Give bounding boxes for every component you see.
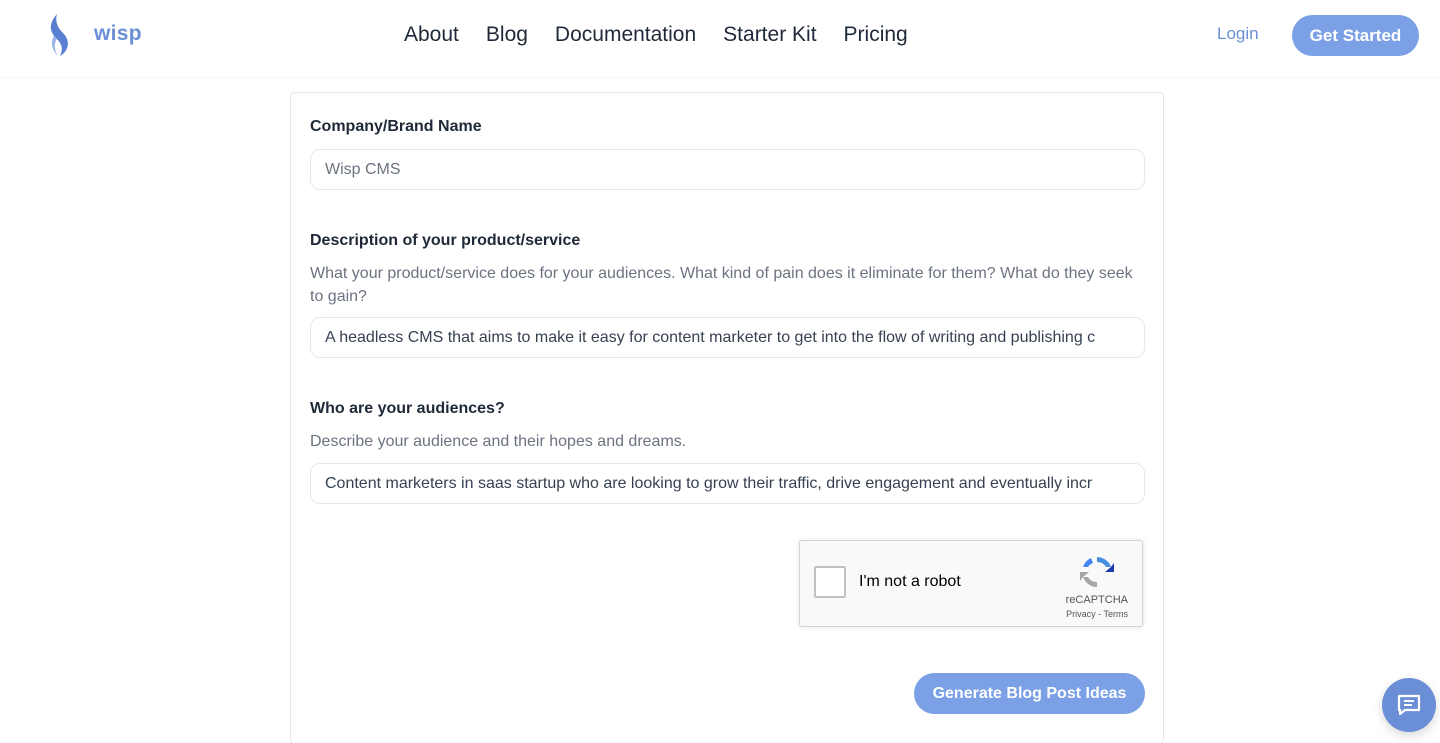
main-nav: About Blog Documentation Starter Kit Pri… [404,20,935,50]
audience-help-text: Describe your audience and their hopes a… [310,433,687,450]
site-header: wisp About Blog Documentation Starter Ki… [0,0,1440,76]
generate-blog-ideas-button[interactable]: Generate Blog Post Ideas [914,673,1145,714]
company-name-input[interactable] [310,149,1145,190]
chat-icon [1397,694,1421,716]
recaptcha-privacy-link[interactable]: Privacy [1066,609,1096,619]
login-link[interactable]: Login [1217,24,1259,44]
logo-text[interactable]: wisp [94,22,142,46]
nav-item-about[interactable]: About [404,20,459,50]
audience-input[interactable] [310,463,1145,504]
wisp-flame-icon [50,14,68,56]
get-started-button[interactable]: Get Started [1292,15,1419,56]
recaptcha-icon [1080,557,1114,587]
blog-idea-form: Company/Brand Name Description of your p… [290,92,1164,743]
recaptcha-widget: I'm not a robot reCAPTCHA Privacy - Term… [799,540,1143,627]
nav-item-blog[interactable]: Blog [486,20,528,50]
description-input[interactable] [310,317,1145,358]
company-label: Company/Brand Name [310,118,482,135]
chat-widget-button[interactable] [1382,678,1436,732]
recaptcha-link-separator: - [1095,609,1104,619]
nav-item-pricing[interactable]: Pricing [844,20,908,50]
recaptcha-label: I'm not a robot [859,573,961,590]
description-label: Description of your product/service [310,232,581,249]
recaptcha-checkbox[interactable] [814,566,846,598]
description-help-text: What your product/service does for your … [310,265,1133,305]
logo[interactable] [44,12,74,58]
nav-item-documentation[interactable]: Documentation [555,20,696,50]
recaptcha-terms-link[interactable]: Terms [1104,609,1129,619]
recaptcha-links: Privacy - Terms [1066,609,1128,619]
recaptcha-brand: reCAPTCHA [1065,594,1128,606]
audience-label: Who are your audiences? [310,400,505,417]
nav-item-starter-kit[interactable]: Starter Kit [723,20,816,50]
